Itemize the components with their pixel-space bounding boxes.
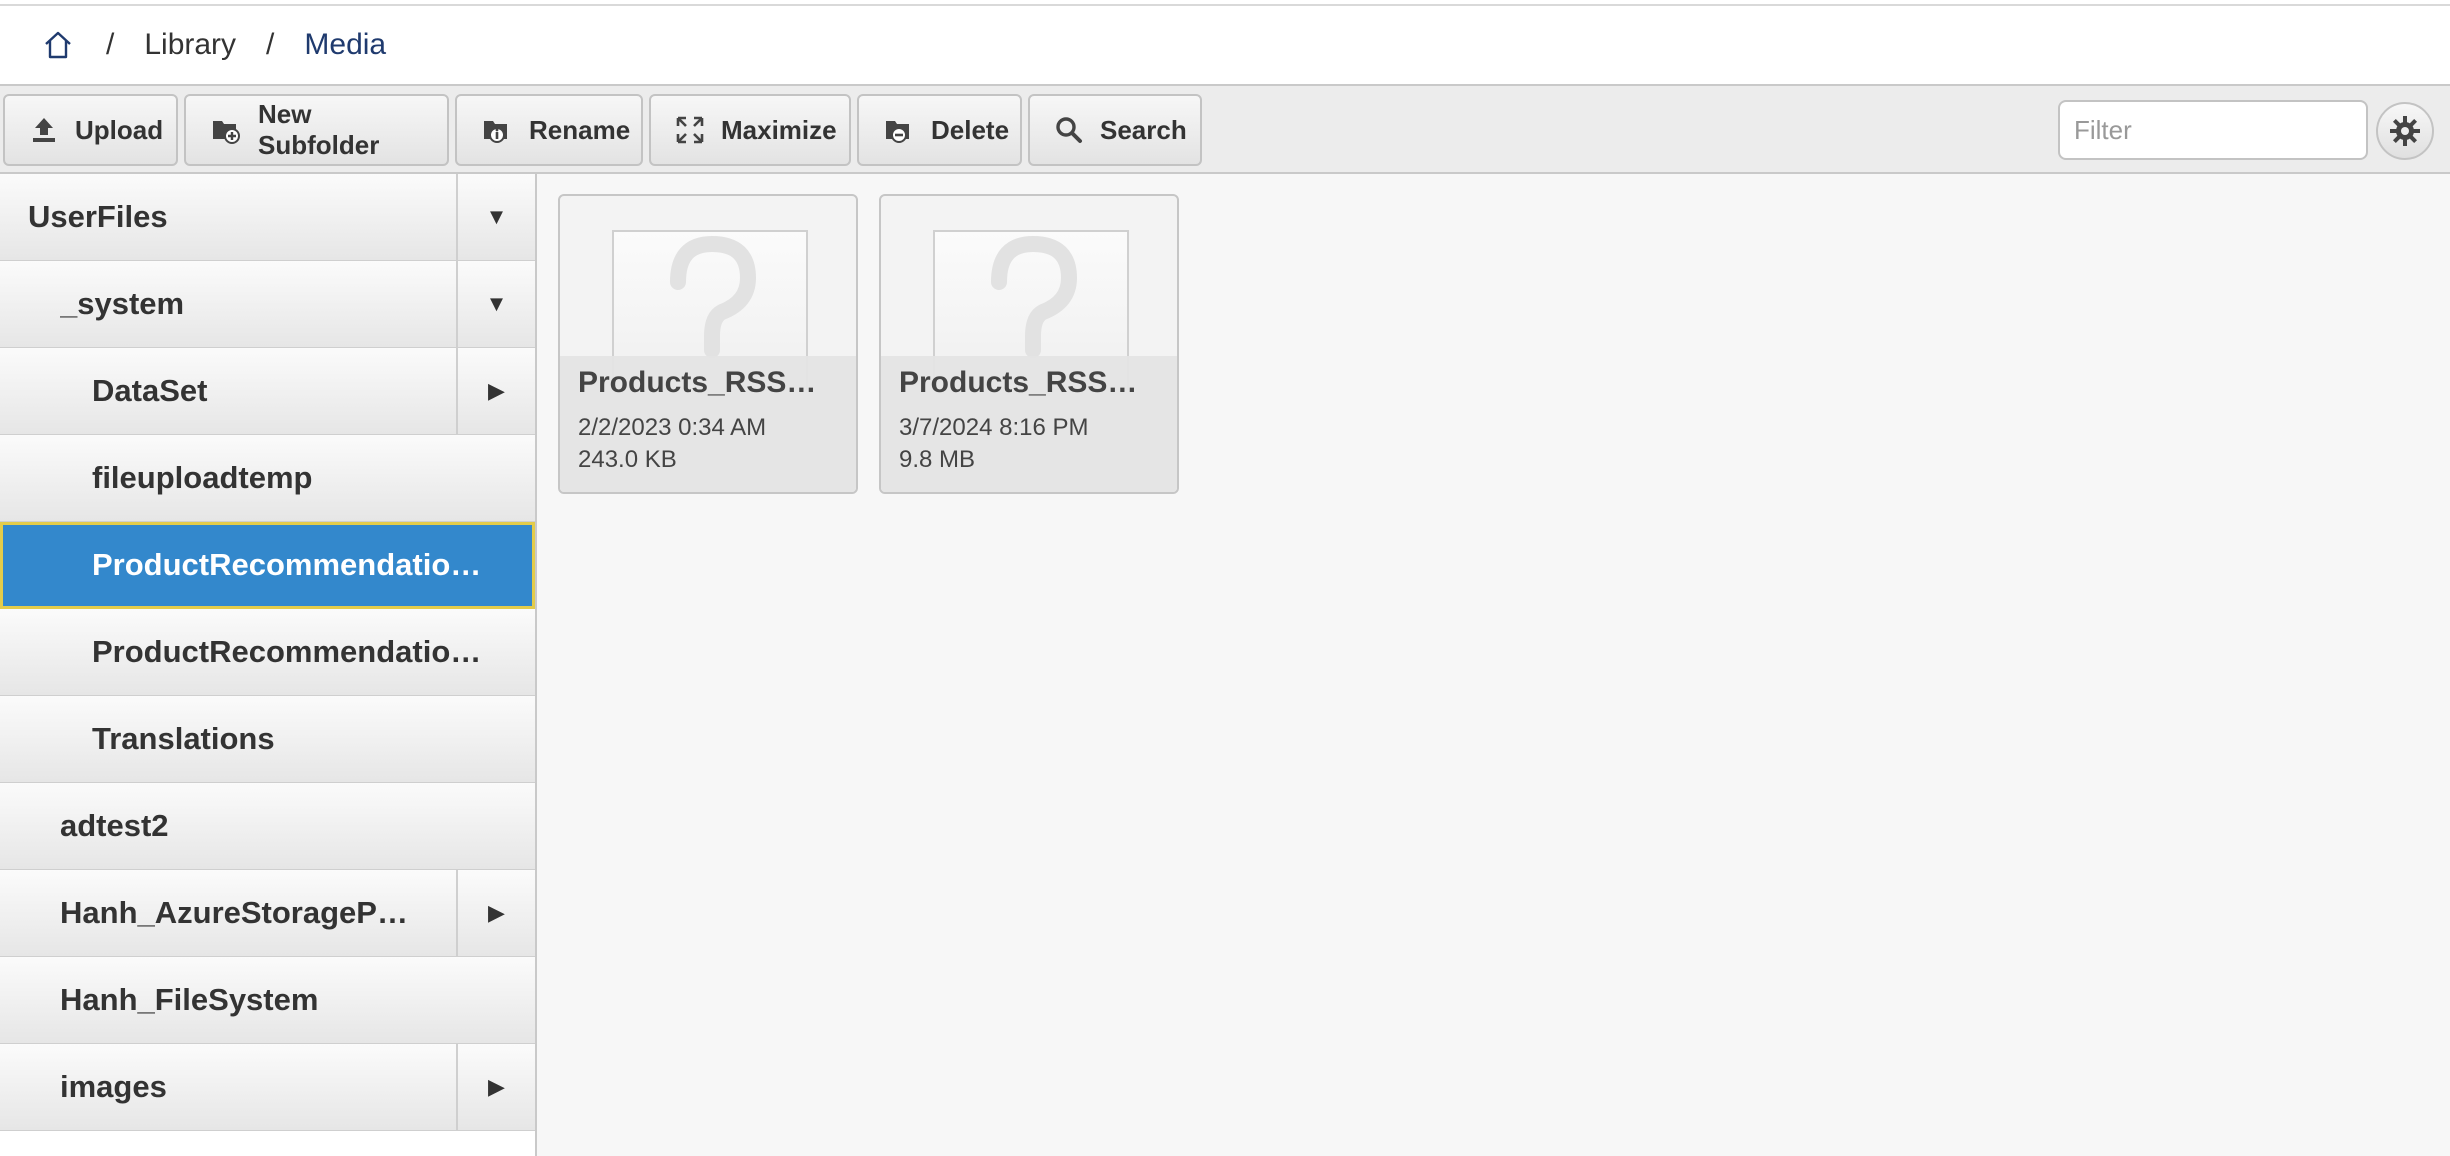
tree-item-label: fileuploadtemp [92,460,313,495]
chevron-right-icon[interactable]: ▶ [456,1044,535,1130]
tree-item-label: Hanh_FileSystem [60,982,319,1017]
file-list: Products_RSS… 2/2/2023 0:34 AM 243.0 KB … [537,174,2450,1156]
search-button[interactable]: Search [1028,94,1202,166]
new-subfolder-label: New Subfolder [258,99,380,160]
maximize-label: Maximize [721,114,837,145]
maximize-button[interactable]: Maximize [649,94,851,166]
tree-item-dataset[interactable]: DataSet ▶ [0,348,535,435]
chevron-down-icon[interactable]: ▼ [456,174,535,260]
file-info: Products_RSS… 3/7/2024 8:16 PM 9.8 MB [881,356,1177,492]
maximize-icon [676,116,704,144]
upload-button[interactable]: Upload [3,94,178,166]
tree-item-productrecommendation[interactable]: ProductRecommendatio… [0,609,535,696]
breadcrumb-separator: / [266,28,275,61]
home-icon[interactable] [40,27,76,63]
chevron-down-icon[interactable]: ▼ [456,261,535,347]
tree-item-label: ProductRecommendatio… [92,634,482,669]
file-date: 2/2/2023 0:34 AM [578,414,767,441]
file-name: Products_RSS… [899,366,1138,399]
tree-item-system[interactable]: _system ▼ [0,261,535,348]
upload-label: Upload [75,114,164,145]
tree-item-hanh-azurestorage[interactable]: Hanh_AzureStorageP… ▶ [0,870,535,957]
tree-item-productrecommendation-selected[interactable]: ProductRecommendatio… [0,522,535,609]
gear-icon [2390,116,2420,146]
tree-item-hanh-filesystem[interactable]: Hanh_FileSystem [0,957,535,1044]
folder-tree: UserFiles ▼ _system ▼ DataSet ▶ fileuplo… [0,174,537,1156]
breadcrumb: / Library / Media [0,6,2450,84]
file-card[interactable]: Products_RSS… 2/2/2023 0:34 AM 243.0 KB [558,194,858,494]
tree-item-translations[interactable]: Translations [0,696,535,783]
tree-item-label: images [60,1069,167,1104]
search-icon [1056,117,1082,143]
rename-label: Rename [529,114,631,145]
settings-button[interactable] [2376,102,2434,160]
delete-button[interactable]: Delete [857,94,1022,166]
tree-item-label: DataSet [92,373,208,408]
toolbar: Upload New Subfolder Rename Maximize Del… [0,84,2450,174]
file-info: Products_RSS… 2/2/2023 0:34 AM 243.0 KB [560,356,856,492]
tree-item-label: ProductRecommendatio… [92,547,482,582]
tree-item-images[interactable]: images ▶ [0,1044,535,1131]
breadcrumb-library[interactable]: Library [144,28,236,62]
tree-item-label: UserFiles [28,199,168,234]
tree-item-userfiles[interactable]: UserFiles ▼ [0,174,535,261]
search-label: Search [1100,114,1187,145]
file-name: Products_RSS… [578,366,817,399]
upload-icon [33,118,55,142]
delete-folder-icon [886,121,909,143]
chevron-right-icon[interactable]: ▶ [456,348,535,434]
breadcrumb-separator: / [106,28,115,61]
tree-item-adtest2[interactable]: adtest2 [0,783,535,870]
delete-label: Delete [931,114,1010,145]
file-size: 9.8 MB [899,446,976,473]
file-size: 243.0 KB [578,446,677,473]
tree-item-label: _system [60,286,185,321]
tree-item-label: adtest2 [60,808,169,843]
file-date: 3/7/2024 8:16 PM [899,414,1089,441]
rename-folder-icon [484,121,507,143]
tree-item-label: Hanh_AzureStorageP… [60,895,408,930]
new-folder-icon [213,121,240,144]
filter-input[interactable] [2058,100,2368,160]
file-card[interactable]: Products_RSS… 3/7/2024 8:16 PM 9.8 MB [879,194,1179,494]
rename-button[interactable]: Rename [455,94,643,166]
tree-item-label: Translations [92,721,275,756]
new-subfolder-button[interactable]: New Subfolder [184,94,449,166]
chevron-right-icon[interactable]: ▶ [456,870,535,956]
breadcrumb-media[interactable]: Media [304,28,386,62]
tree-item-fileuploadtemp[interactable]: fileuploadtemp [0,435,535,522]
